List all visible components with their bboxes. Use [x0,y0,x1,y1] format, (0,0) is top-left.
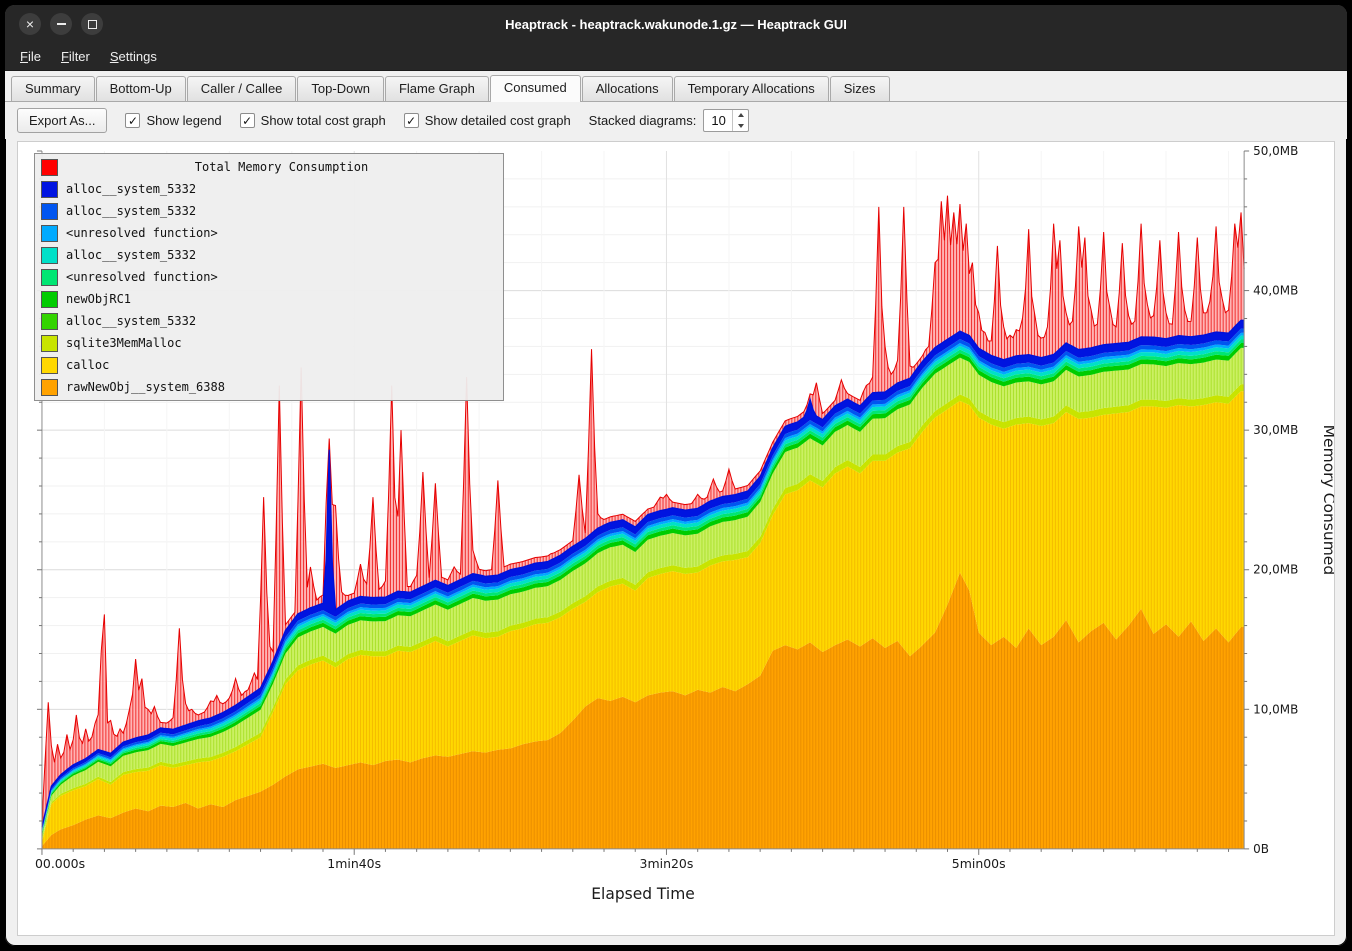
legend-swatch [41,269,58,286]
tab-consumed[interactable]: Consumed [490,75,581,102]
legend-swatch [41,379,58,396]
spinner-down-button[interactable] [733,121,748,132]
tab-temporary-allocations[interactable]: Temporary Allocations [674,76,829,101]
legend-label: calloc [66,358,109,372]
checkbox-box: ✓ [404,113,419,128]
legend-label: alloc__system_5332 [66,248,196,262]
tab-top-down[interactable]: Top-Down [297,76,384,101]
checkbox-label: Show total cost graph [261,113,386,128]
legend-item: <unresolved function> [35,222,503,244]
minimize-icon [57,23,66,25]
close-button[interactable]: × [19,13,41,35]
legend-title-row: Total Memory Consumption [35,156,503,178]
y-tick-label: 30,0MB [1253,423,1298,437]
legend-swatch [41,357,58,374]
app-window: × Heaptrack - heaptrack.wakunode.1.gz — … [5,5,1347,946]
legend-label: alloc__system_5332 [66,182,196,196]
y-tick-label: 50,0MB [1253,144,1298,158]
legend-item: <unresolved function> [35,266,503,288]
menu-file[interactable]: File [11,46,50,67]
x-axis-title: Elapsed Time [591,885,695,903]
export-as-button[interactable]: Export As... [17,108,107,133]
window-title: Heaptrack - heaptrack.wakunode.1.gz — He… [505,17,847,32]
chart-legend: Total Memory Consumption alloc__system_53… [34,153,504,401]
tab-allocations[interactable]: Allocations [582,76,673,101]
tab-flame-graph[interactable]: Flame Graph [385,76,489,101]
legend-swatch [41,203,58,220]
checkbox-box: ✓ [125,113,140,128]
checkbox-box: ✓ [240,113,255,128]
legend-swatch [41,335,58,352]
legend-label: alloc__system_5332 [66,204,196,218]
legend-item: sqlite3MemMalloc [35,332,503,354]
legend-label: newObjRC1 [66,292,131,306]
legend-item: alloc__system_5332 [35,244,503,266]
tab-bottom-up[interactable]: Bottom-Up [96,76,186,101]
maximize-button[interactable] [81,13,103,35]
x-tick-label: 5min00s [952,856,1006,871]
window-controls: × [19,5,103,43]
stacked-diagrams-label: Stacked diagrams: [589,113,697,128]
x-tick-label: 3min20s [640,856,694,871]
checkbox-show-detailed-cost-graph[interactable]: ✓ Show detailed cost graph [404,113,571,128]
legend-item: alloc__system_5332 [35,200,503,222]
legend-item: rawNewObj__system_6388 [35,376,503,398]
checkbox-label: Show legend [146,113,221,128]
tab-sizes[interactable]: Sizes [830,76,890,101]
tab-bar: SummaryBottom-UpCaller / CalleeTop-DownF… [5,71,1347,102]
stacked-diagrams-control: Stacked diagrams: 10 [589,109,750,132]
legend-swatch [41,313,58,330]
legend-label: <unresolved function> [66,270,218,284]
y-tick-label: 40,0MB [1253,284,1298,298]
x-tick-label: 00.000s [35,856,85,871]
stacked-diagrams-spinner[interactable]: 10 [703,109,749,132]
spinner-arrows [732,110,748,131]
x-tick-label: 1min40s [327,856,381,871]
tab-caller-callee[interactable]: Caller / Callee [187,76,297,101]
y-tick-label: 10,0MB [1253,702,1298,716]
checkbox-show-legend[interactable]: ✓ Show legend [125,113,221,128]
legend-item: newObjRC1 [35,288,503,310]
legend-label: sqlite3MemMalloc [66,336,182,350]
toolbar: Export As... ✓ Show legend ✓ Show total cos… [5,102,1347,139]
legend-item: alloc__system_5332 [35,310,503,332]
maximize-icon [88,20,97,29]
up-arrow-icon [738,113,744,117]
spinner-up-button[interactable] [733,110,748,121]
tab-summary[interactable]: Summary [11,76,95,101]
checkbox-group: ✓ Show legend ✓ Show total cost graph ✓ Show … [125,113,570,128]
titlebar: × Heaptrack - heaptrack.wakunode.1.gz — … [5,5,1347,43]
chart-panel: 0B 10,0MB 20,0MB 30,0MB 40,0MB 50,0MB 00.000s 1… [17,141,1335,936]
y-tick-label: 0B [1253,842,1269,856]
menu-settings[interactable]: Settings [101,46,166,67]
menubar: FileFilterSettings [5,43,1347,71]
legend-label: rawNewObj__system_6388 [66,380,225,394]
legend-item: calloc [35,354,503,376]
legend-swatch [41,181,58,198]
legend-item: alloc__system_5332 [35,178,503,200]
legend-swatch [41,291,58,308]
menu-filter[interactable]: Filter [52,46,99,67]
stacked-diagrams-value: 10 [704,110,732,131]
legend-label: <unresolved function> [66,226,218,240]
checkbox-label: Show detailed cost graph [425,113,571,128]
legend-swatch [41,225,58,242]
legend-title-swatch [41,159,58,176]
minimize-button[interactable] [50,13,72,35]
checkbox-show-total-cost-graph[interactable]: ✓ Show total cost graph [240,113,386,128]
legend-title: Total Memory Consumption [66,160,497,174]
down-arrow-icon [738,124,744,128]
y-axis-title: Memory Consumed [1320,425,1334,576]
legend-label: alloc__system_5332 [66,314,196,328]
legend-swatch [41,247,58,264]
y-tick-label: 20,0MB [1253,563,1298,577]
